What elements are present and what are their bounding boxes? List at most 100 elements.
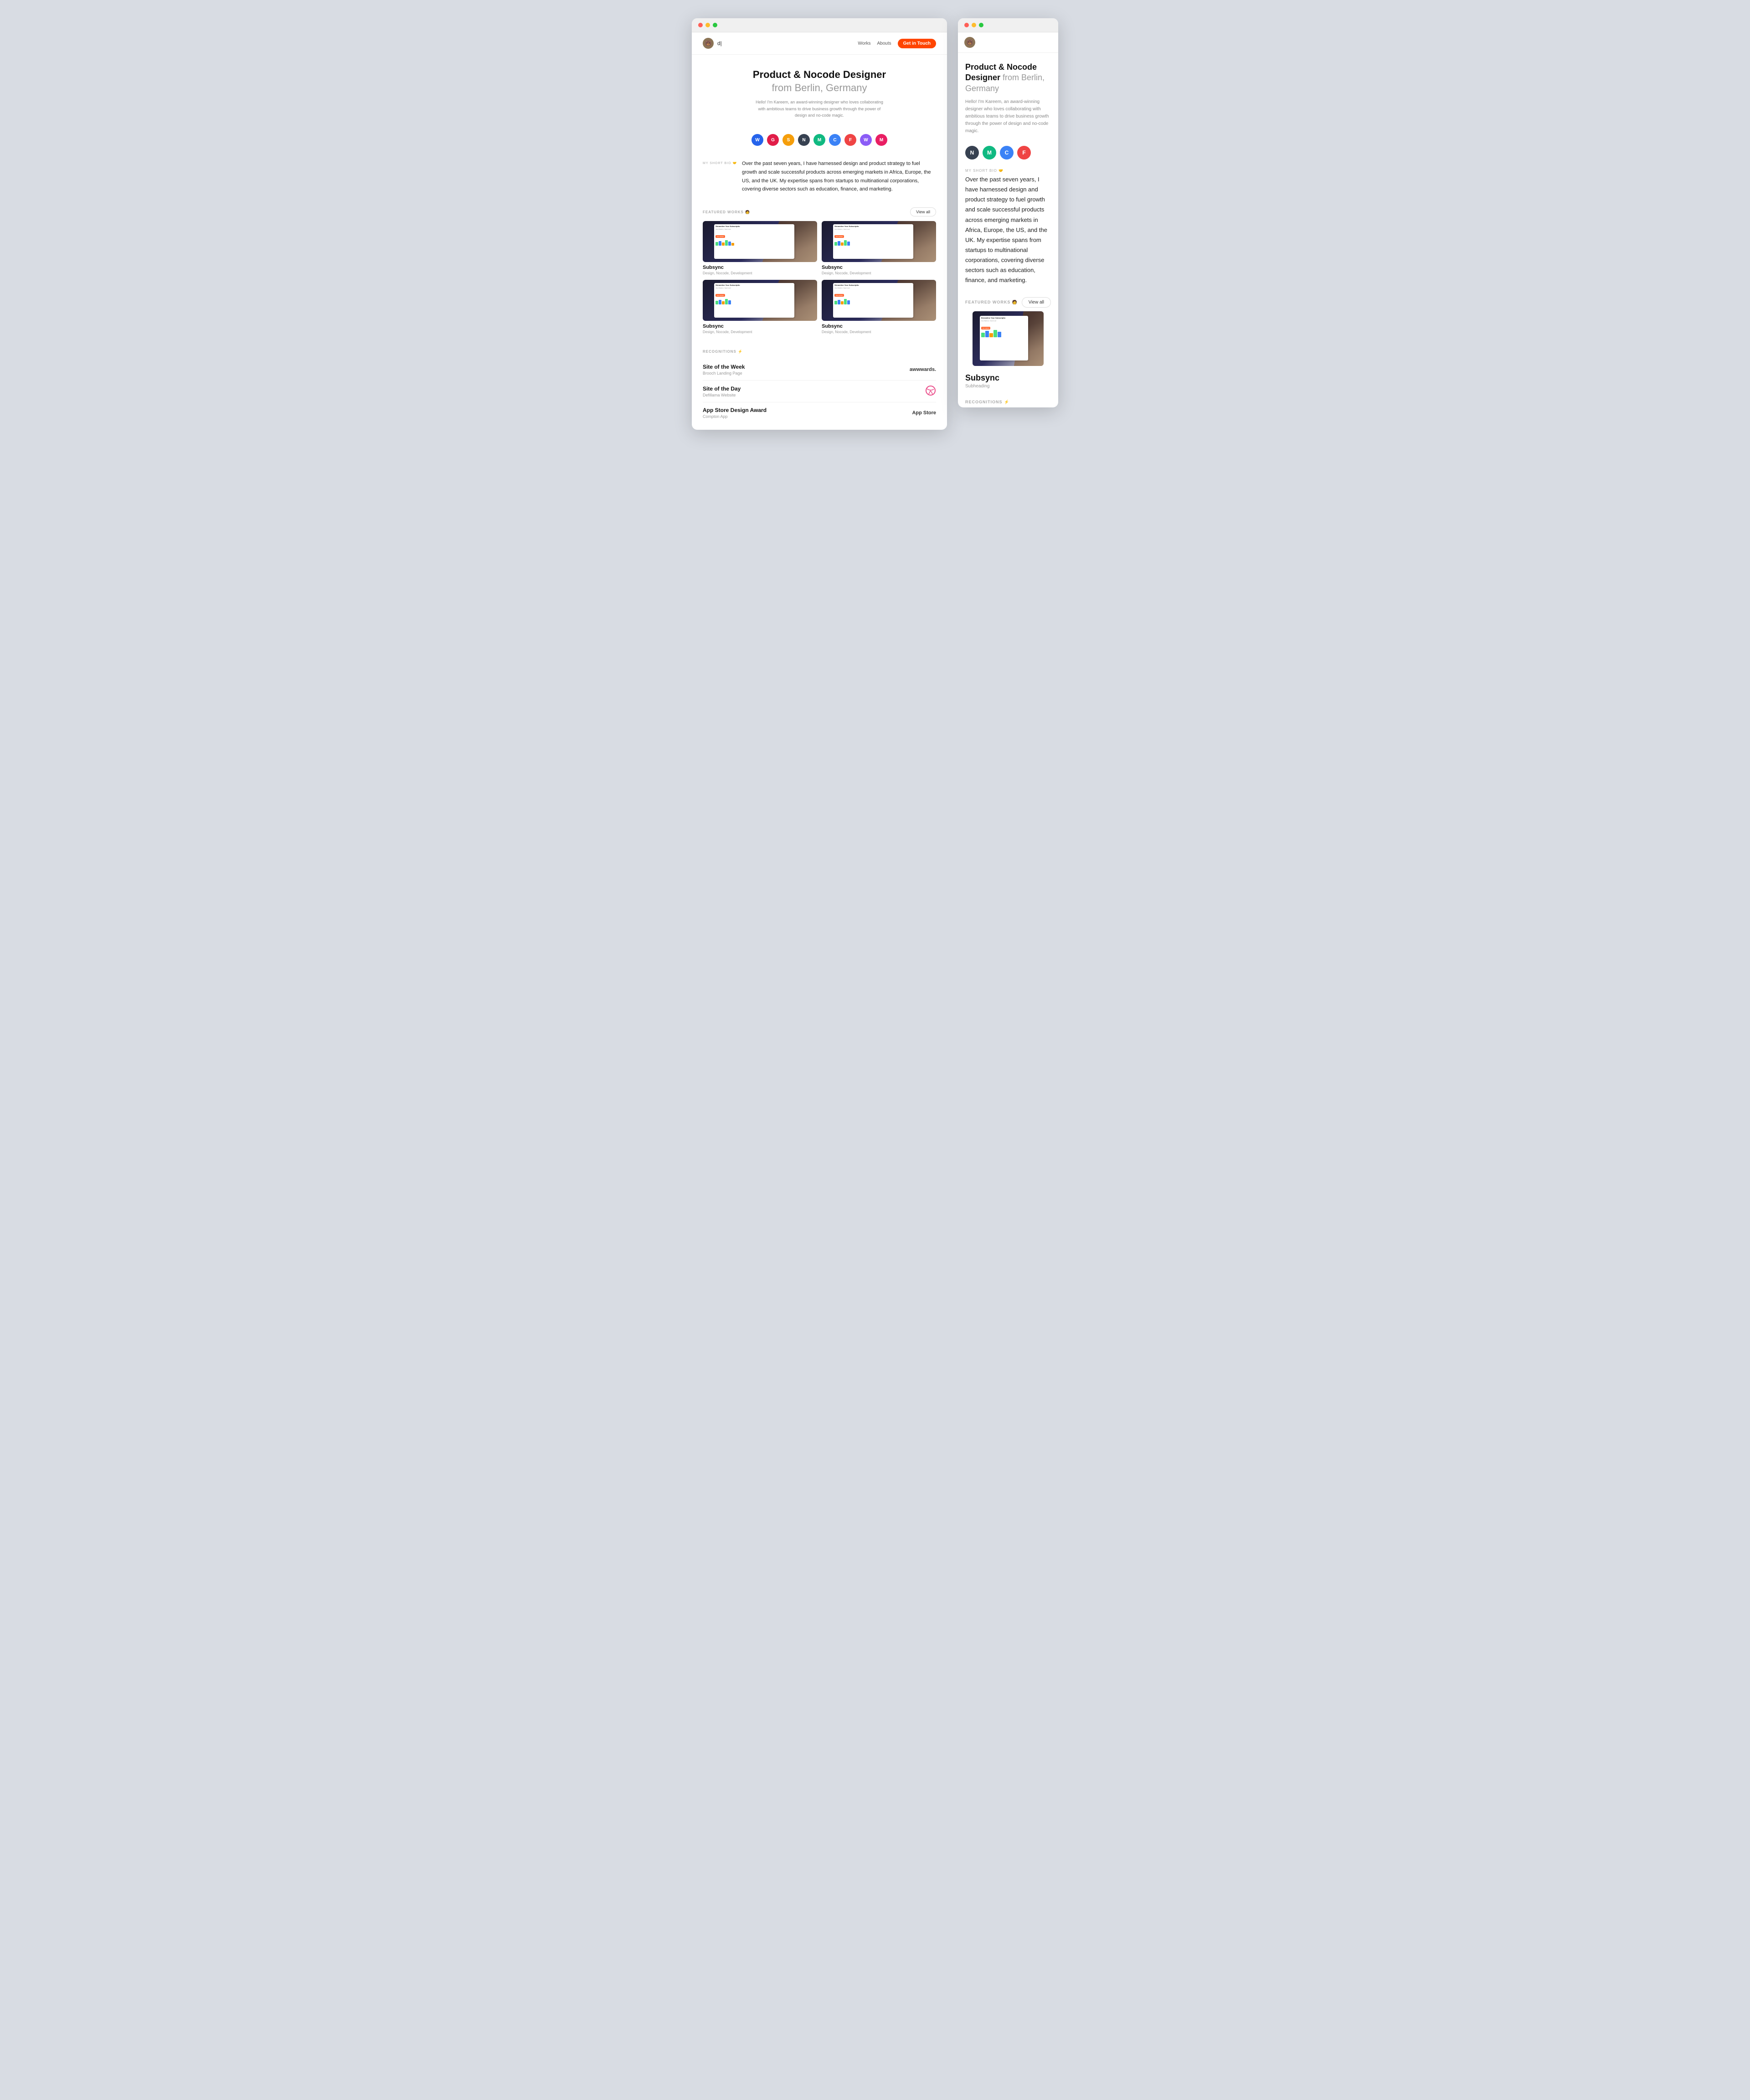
hero-subtitle: from Berlin, Germany xyxy=(710,82,929,95)
work-thumb-1: Streamline Your Subscriptio One Platform… xyxy=(703,221,817,262)
tablet-title-1: Streamline Your Subscriptio xyxy=(715,226,793,228)
nav-links: Works Abouts Get in Touch xyxy=(858,39,936,48)
minimize-dot[interactable] xyxy=(705,23,710,27)
narrow-tools-row: N M C F xyxy=(958,141,1058,164)
featured-works-header: FEATURED WORKS 🧑 View all xyxy=(692,201,947,221)
works-grid: Streamline Your Subscriptio One Platform… xyxy=(692,221,947,343)
tools-icons-row: W G S N M C F W M xyxy=(692,128,947,152)
work-name-3: Subsync xyxy=(703,324,817,329)
narrow-recognitions-label: RECOGNITIONS ⚡ xyxy=(958,394,1058,407)
tool-icon-marvel: M xyxy=(875,134,887,146)
work-tags-1: Design, Nocode, Development xyxy=(703,271,817,275)
maximize-dot-right[interactable] xyxy=(979,23,983,27)
tablet-chart-4 xyxy=(834,299,912,304)
titlebar-right xyxy=(958,18,1058,32)
work-thumb-3: Streamline Your Subscriptio One Platform… xyxy=(703,280,817,321)
narrow-bio-text: Over the past seven years, I have harnes… xyxy=(958,175,1058,292)
recognitions-section: RECOGNITIONS ⚡ Site of the Week Brooch L… xyxy=(692,343,947,430)
recognitions-label: RECOGNITIONS ⚡ xyxy=(703,350,936,354)
work-thumb-2: Streamline Your Subscriptio One Platform… xyxy=(822,221,936,262)
narrow-work-thumb-wrapper: Streamline Your Subscriptio One Platform… xyxy=(958,311,1058,370)
left-browser-content: 🐻 d| Works Abouts Get in Touch Product &… xyxy=(692,32,947,430)
tool-icon-webflow: W xyxy=(751,134,763,146)
recognition-info-2: Site of the Day Defillama Website xyxy=(703,386,741,397)
tool-icon-miro: M xyxy=(813,134,825,146)
tool-icon-notion: N xyxy=(798,134,810,146)
narrow-hero-section: Product & NocodeDesigner from Berlin,Ger… xyxy=(958,53,1058,141)
navbar: 🐻 d| Works Abouts Get in Touch xyxy=(692,32,947,55)
tablet-btn-1: Get started xyxy=(715,235,725,238)
recognition-row-1: Site of the Week Brooch Landing Page aww… xyxy=(703,359,936,381)
tablet-chart-3 xyxy=(715,299,793,304)
narrow-tablet-title: Streamline Your Subscriptio xyxy=(981,317,1027,319)
tablet-sub-2: One Platform, Total Contr xyxy=(834,228,912,230)
work-tags-3: Design, Nocode, Development xyxy=(703,330,817,334)
tablet-sub-1: One Platform, Total Contr xyxy=(715,228,793,230)
narrow-featured-header: FEATURED WORKS 🧑 View all xyxy=(958,292,1058,311)
work-name-2: Subsync xyxy=(822,265,936,270)
close-dot-right[interactable] xyxy=(964,23,969,27)
narrow-bio-label: MY SHORT BIO 🤝 xyxy=(958,164,1058,175)
narrow-work-name: Subsync xyxy=(958,370,1058,384)
work-thumb-4: Streamline Your Subscriptio One Platform… xyxy=(822,280,936,321)
narrow-tablet-sub: One Platform, Total Contr xyxy=(981,320,1027,322)
minimize-dot-right[interactable] xyxy=(972,23,976,27)
recognition-subtitle-3: Compton App xyxy=(703,414,767,419)
avatar: 🐻 xyxy=(703,38,714,49)
narrow-tablet-overlay: Streamline Your Subscriptio One Platform… xyxy=(980,316,1028,360)
tablet-overlay-2: Streamline Your Subscriptio One Platform… xyxy=(833,224,913,259)
featured-works-view-all-button[interactable]: View all xyxy=(910,207,936,216)
work-name-4: Subsync xyxy=(822,324,936,329)
work-tags-2: Design, Nocode, Development xyxy=(822,271,936,275)
work-card-2: Streamline Your Subscriptio One Platform… xyxy=(822,221,936,275)
tool-icon-craft: C xyxy=(829,134,841,146)
nav-works-link[interactable]: Works xyxy=(858,41,870,46)
maximize-dot[interactable] xyxy=(713,23,717,27)
right-browser-window: 🐻 Product & NocodeDesigner from Berlin,G… xyxy=(958,18,1058,407)
narrow-featured-title: FEATURED WORKS 🧑 xyxy=(965,300,1018,305)
work-card-3: Streamline Your Subscriptio One Platform… xyxy=(703,280,817,334)
recognition-title-1: Site of the Week xyxy=(703,364,745,370)
bio-text: Over the past seven years, I have harnes… xyxy=(742,160,936,194)
tablet-title-4: Streamline Your Subscriptio xyxy=(834,284,912,287)
narrow-tool-craft: C xyxy=(1000,146,1014,160)
nav-left: 🐻 d| xyxy=(703,38,722,49)
tablet-title-2: Streamline Your Subscriptio xyxy=(834,226,912,228)
tablet-btn-3: Get started xyxy=(715,294,725,297)
work-name-1: Subsync xyxy=(703,265,817,270)
tablet-chart-2 xyxy=(834,240,912,246)
narrow-navbar: 🐻 xyxy=(958,32,1058,53)
tablet-overlay-3: Streamline Your Subscriptio One Platform… xyxy=(714,283,794,318)
tablet-chart-1 xyxy=(715,240,793,246)
tablet-overlay-4: Streamline Your Subscriptio One Platform… xyxy=(833,283,913,318)
narrow-hero-title: Product & NocodeDesigner from Berlin,Ger… xyxy=(965,62,1051,94)
close-dot[interactable] xyxy=(698,23,703,27)
recognition-row-3: App Store Design Award Compton App App S… xyxy=(703,402,936,423)
narrow-work-thumb: Streamline Your Subscriptio One Platform… xyxy=(973,311,1044,366)
nav-abouts-link[interactable]: Abouts xyxy=(877,41,891,46)
appstore-logo: App Store xyxy=(912,410,936,416)
tablet-overlay-1: Streamline Your Subscriptio One Platform… xyxy=(714,224,794,259)
hero-title: Product & Nocode Designer xyxy=(710,68,929,82)
get-in-touch-button[interactable]: Get in Touch xyxy=(898,39,936,48)
recognition-title-2: Site of the Day xyxy=(703,386,741,392)
recognition-title-3: App Store Design Award xyxy=(703,407,767,413)
tablet-btn-4: Get started xyxy=(834,294,844,297)
narrow-tool-notion: N xyxy=(965,146,979,160)
narrow-tool-miro: M xyxy=(983,146,996,160)
work-tags-4: Design, Nocode, Development xyxy=(822,330,936,334)
tool-icon-framer: F xyxy=(844,134,856,146)
narrow-tablet-chart xyxy=(981,332,1027,337)
recognition-info-1: Site of the Week Brooch Landing Page xyxy=(703,364,745,376)
recognition-subtitle-1: Brooch Landing Page xyxy=(703,371,745,376)
avatar-right: 🐻 xyxy=(964,37,975,48)
narrow-work-subheading: Subheading xyxy=(958,384,1058,394)
left-browser-window: 🐻 d| Works Abouts Get in Touch Product &… xyxy=(692,18,947,430)
bio-label: MY SHORT BIO 🤝 xyxy=(703,160,735,194)
right-browser-content: 🐻 Product & NocodeDesigner from Berlin,G… xyxy=(958,32,1058,407)
narrow-view-all-button[interactable]: View all xyxy=(1022,297,1051,308)
titlebar-left xyxy=(692,18,947,32)
bio-section: MY SHORT BIO 🤝 Over the past seven years… xyxy=(692,152,947,201)
awwwards-logo: awwwards. xyxy=(910,367,936,372)
tool-icon-sketch: S xyxy=(782,134,794,146)
